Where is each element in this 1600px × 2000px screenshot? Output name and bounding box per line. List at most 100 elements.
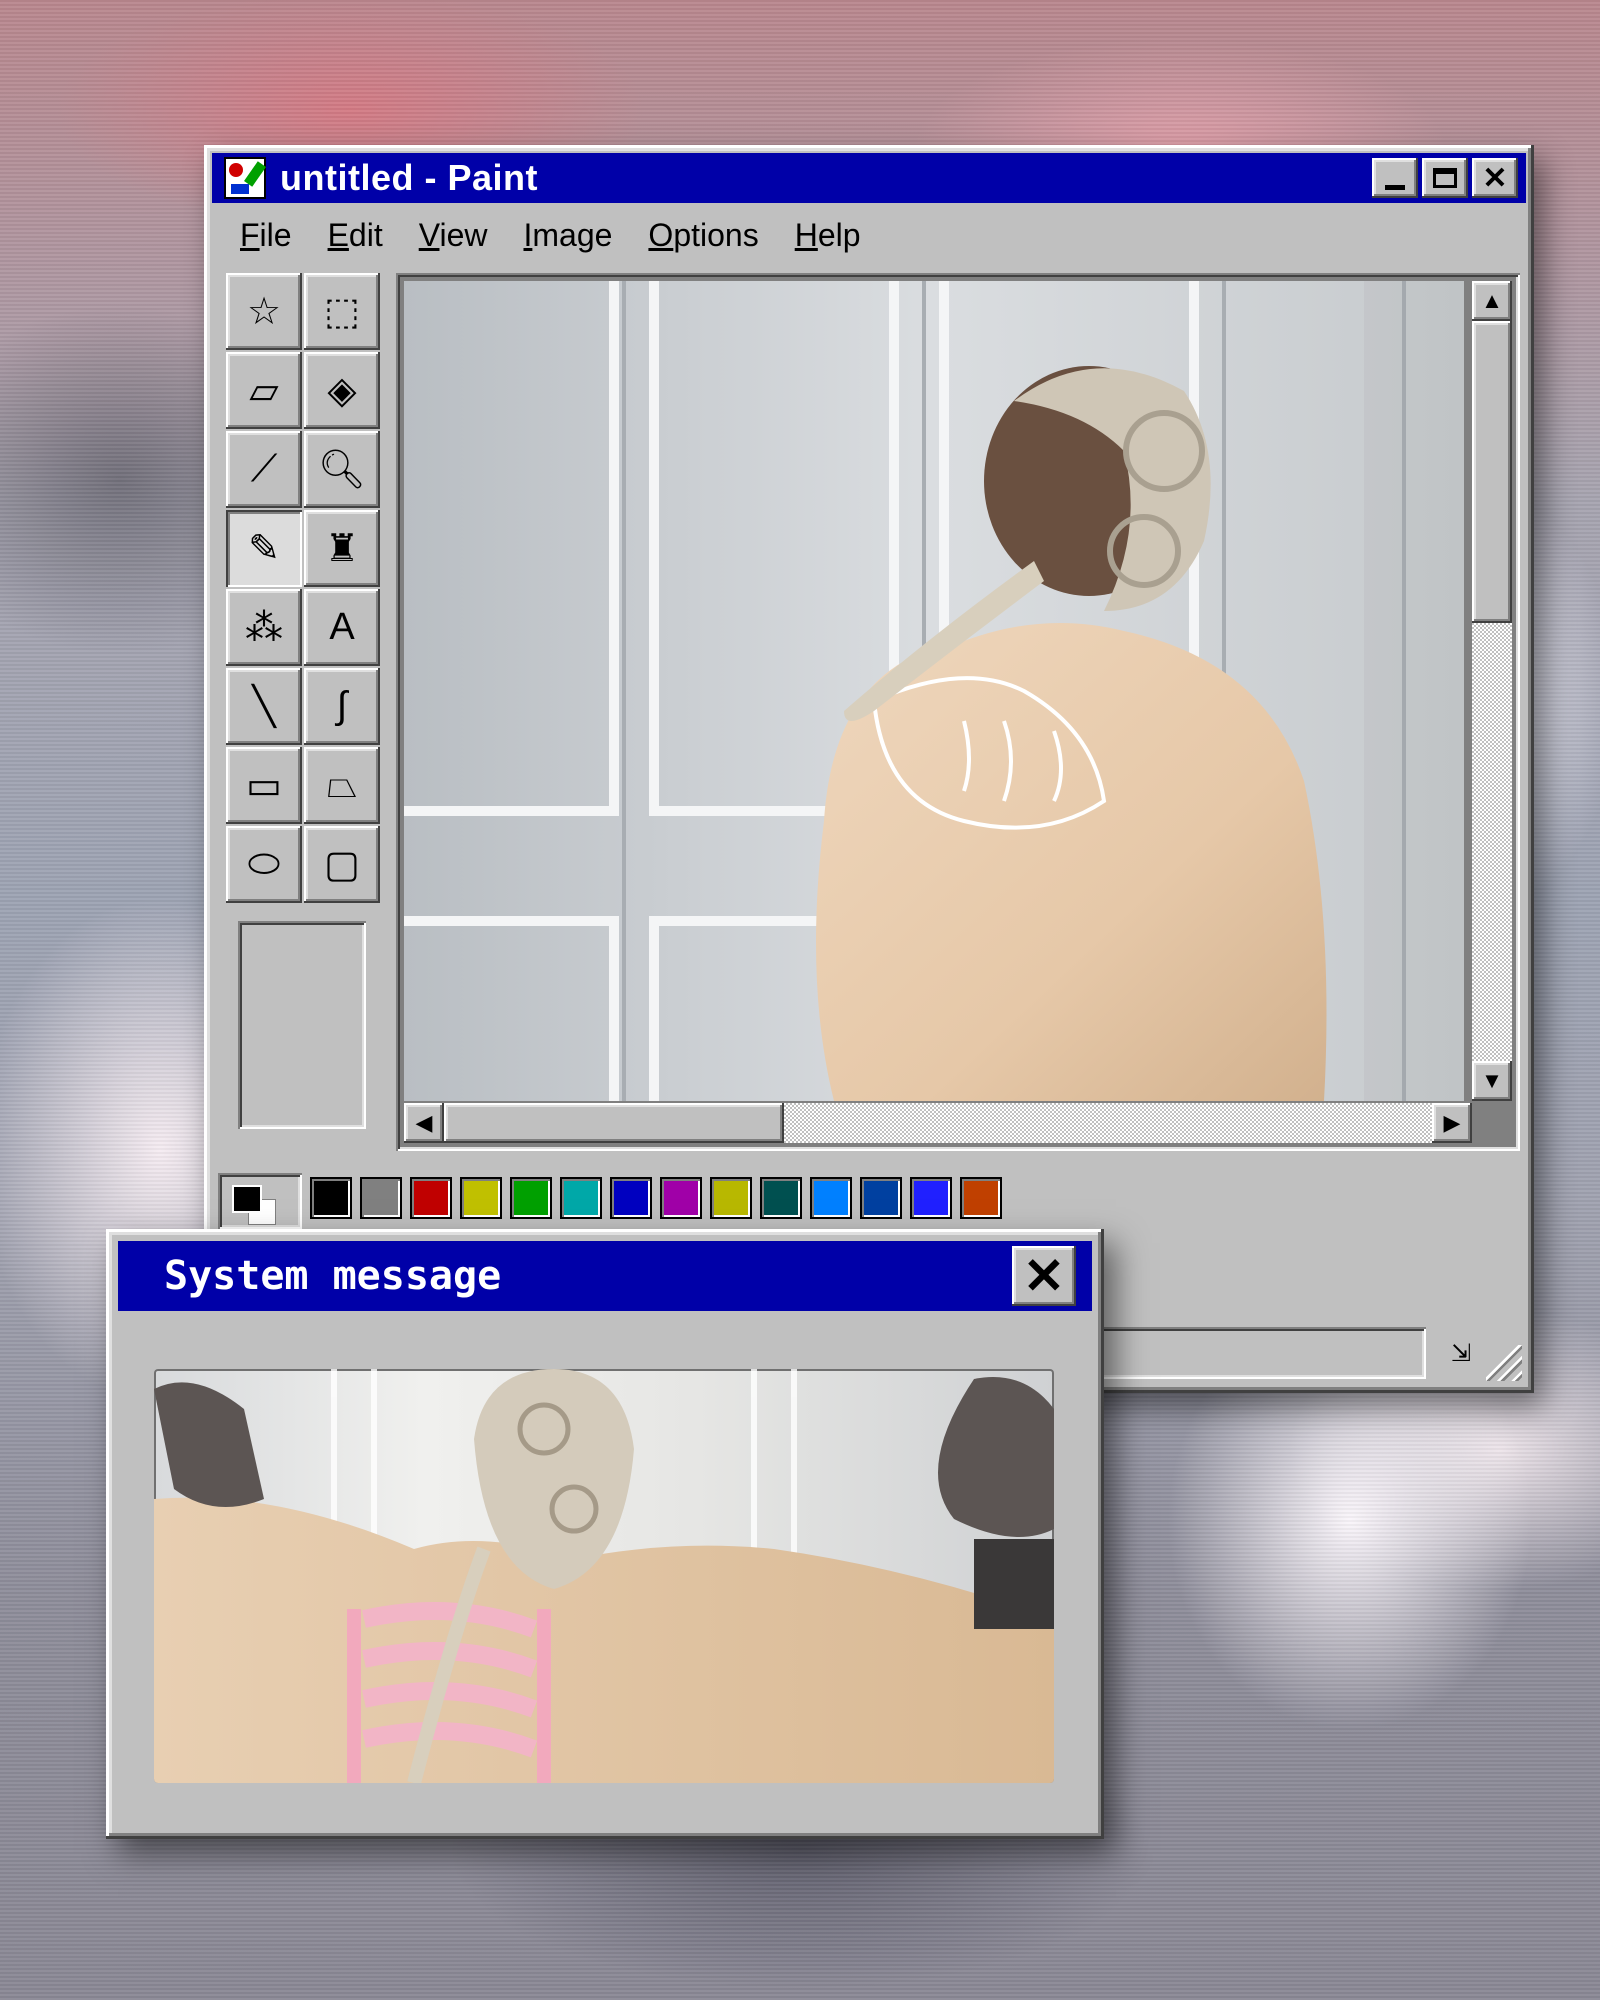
maximize-button[interactable] (1422, 158, 1468, 198)
menu-edit[interactable]: Edit (310, 213, 401, 259)
scroll-right-button[interactable]: ▶ (1432, 1103, 1472, 1143)
menu-view[interactable]: View (401, 213, 506, 259)
drawing-canvas[interactable] (404, 281, 1464, 1101)
airbrush-icon: ⁂ (245, 607, 283, 649)
system-message-title: System message (164, 1253, 502, 1299)
rectangle-icon: ▭ (246, 765, 282, 807)
tool-button-rect-select[interactable]: ⬚ (304, 273, 380, 350)
color-picker-icon: ⟋ (250, 448, 278, 490)
vertical-scroll-thumb[interactable] (1472, 321, 1512, 623)
palette-swatch[interactable] (360, 1177, 402, 1219)
tool-options-box[interactable] (238, 921, 366, 1129)
system-message-close-button[interactable]: ✕ (1012, 1246, 1076, 1306)
tool-button-free-form-select[interactable]: ☆ (226, 273, 302, 350)
palette-swatch[interactable] (910, 1177, 952, 1219)
palette-swatch[interactable] (710, 1177, 752, 1219)
menu-bar: File Edit View Image Options Help (222, 213, 879, 259)
tool-button-rectangle[interactable]: ▭ (226, 747, 302, 824)
tool-button-line[interactable]: ╲ (226, 668, 302, 745)
menu-mnemonic: E (327, 217, 349, 253)
menu-label-rest: elp (817, 217, 861, 253)
menu-options[interactable]: Options (630, 213, 776, 259)
system-message-photo (154, 1369, 1054, 1783)
palette-swatch[interactable] (660, 1177, 702, 1219)
resize-status-icon: ⇲ (1450, 1339, 1472, 1367)
minimize-icon (1385, 184, 1405, 190)
maximize-icon (1433, 168, 1457, 188)
menu-file[interactable]: File (222, 213, 310, 259)
ellipse-icon: ⬭ (247, 843, 281, 885)
menu-mnemonic: O (648, 217, 674, 253)
palette-swatch[interactable] (310, 1177, 352, 1219)
tool-button-ellipse[interactable]: ⬭ (226, 826, 302, 903)
menu-label-rest: ptions (673, 217, 759, 253)
menu-label-rest: ile (259, 217, 292, 253)
palette-swatch[interactable] (860, 1177, 902, 1219)
close-button[interactable]: ✕ (1472, 158, 1518, 198)
polygon-icon: ⏢ (326, 764, 358, 806)
paint-app-icon (224, 157, 266, 199)
free-form-select-icon: ☆ (246, 291, 282, 333)
scroll-down-button[interactable]: ▼ (1472, 1061, 1512, 1101)
pencil-icon: ✎ (248, 528, 280, 570)
canvas-photo (404, 281, 1464, 1101)
fill-bucket-icon: ◈ (327, 370, 357, 412)
palette-swatch[interactable] (760, 1177, 802, 1219)
menu-mnemonic: V (418, 217, 440, 253)
close-icon: ✕ (1482, 161, 1508, 195)
minimize-button[interactable] (1372, 158, 1418, 198)
tool-button-color-picker[interactable]: ⟋ (226, 431, 302, 508)
magnifier-icon: 🔍︎ (317, 448, 367, 491)
palette-swatch[interactable] (610, 1177, 652, 1219)
menu-label-rest: dit (348, 217, 383, 253)
toolbox: ☆ ⬚ ▱ ◈ ⟋ 🔍︎ ✎ ♜ ⁂ A ╲ ∫ ▭ ⏢ ⬭ ▢ (224, 273, 392, 1153)
palette-swatch[interactable] (410, 1177, 452, 1219)
canvas-frame: ▲ ▼ ◀ ▶ (396, 273, 1520, 1151)
tool-button-text[interactable]: A (304, 589, 380, 666)
scroll-left-button[interactable]: ◀ (404, 1103, 444, 1143)
tool-button-magnifier[interactable]: 🔍︎ (304, 431, 380, 508)
tool-button-pencil[interactable]: ✎ (226, 510, 302, 587)
paint-titlebar[interactable]: untitled - Paint ✕ (212, 153, 1526, 203)
paint-title: untitled - Paint (280, 157, 538, 198)
foreground-color-swatch (232, 1185, 262, 1213)
tool-button-eraser[interactable]: ▱ (226, 352, 302, 429)
system-message-dialog: System message ✕ (106, 1229, 1104, 1839)
menu-mnemonic: F (240, 217, 260, 253)
menu-label-rest: mage (532, 217, 613, 253)
palette-swatch[interactable] (560, 1177, 602, 1219)
tool-button-fill-bucket[interactable]: ◈ (304, 352, 380, 429)
tool-button-brush[interactable]: ♜ (304, 510, 380, 587)
tool-button-airbrush[interactable]: ⁂ (226, 589, 302, 666)
horizontal-scroll-thumb[interactable] (444, 1103, 784, 1143)
scroll-up-button[interactable]: ▲ (1472, 281, 1512, 321)
tool-button-rounded-rect[interactable]: ▢ (304, 826, 380, 903)
palette-swatch[interactable] (960, 1177, 1002, 1219)
brush-icon: ♜ (324, 528, 360, 570)
arrow-right-icon: ▶ (1443, 1110, 1461, 1135)
rect-select-icon: ⬚ (324, 291, 360, 333)
close-icon: ✕ (1023, 1248, 1065, 1304)
current-colors[interactable] (218, 1173, 302, 1229)
menu-image[interactable]: Image (505, 213, 630, 259)
menu-help[interactable]: Help (777, 213, 879, 259)
menu-label-rest: iew (439, 217, 488, 253)
line-icon: ╲ (252, 686, 276, 728)
paint-window: untitled - Paint ✕ File Edit View Image Opti… (204, 145, 1534, 1393)
horizontal-scrollbar[interactable]: ◀ ▶ (404, 1103, 1472, 1143)
color-palette (218, 1173, 1002, 1233)
menu-mnemonic: H (794, 217, 818, 253)
palette-swatch[interactable] (810, 1177, 852, 1219)
resize-grip[interactable] (1486, 1345, 1522, 1381)
arrow-up-icon: ▲ (1481, 288, 1503, 313)
palette-swatch[interactable] (510, 1177, 552, 1219)
tool-button-polygon[interactable]: ⏢ (304, 747, 380, 824)
eraser-icon: ▱ (249, 370, 279, 412)
rounded-rect-icon: ▢ (324, 844, 360, 886)
palette-swatch[interactable] (460, 1177, 502, 1219)
text-icon: A (329, 606, 355, 648)
vertical-scrollbar[interactable]: ▲ ▼ (1472, 281, 1512, 1101)
curve-icon: ∫ (336, 685, 348, 727)
tool-button-curve[interactable]: ∫ (304, 668, 380, 745)
system-message-titlebar[interactable]: System message ✕ (118, 1241, 1092, 1311)
